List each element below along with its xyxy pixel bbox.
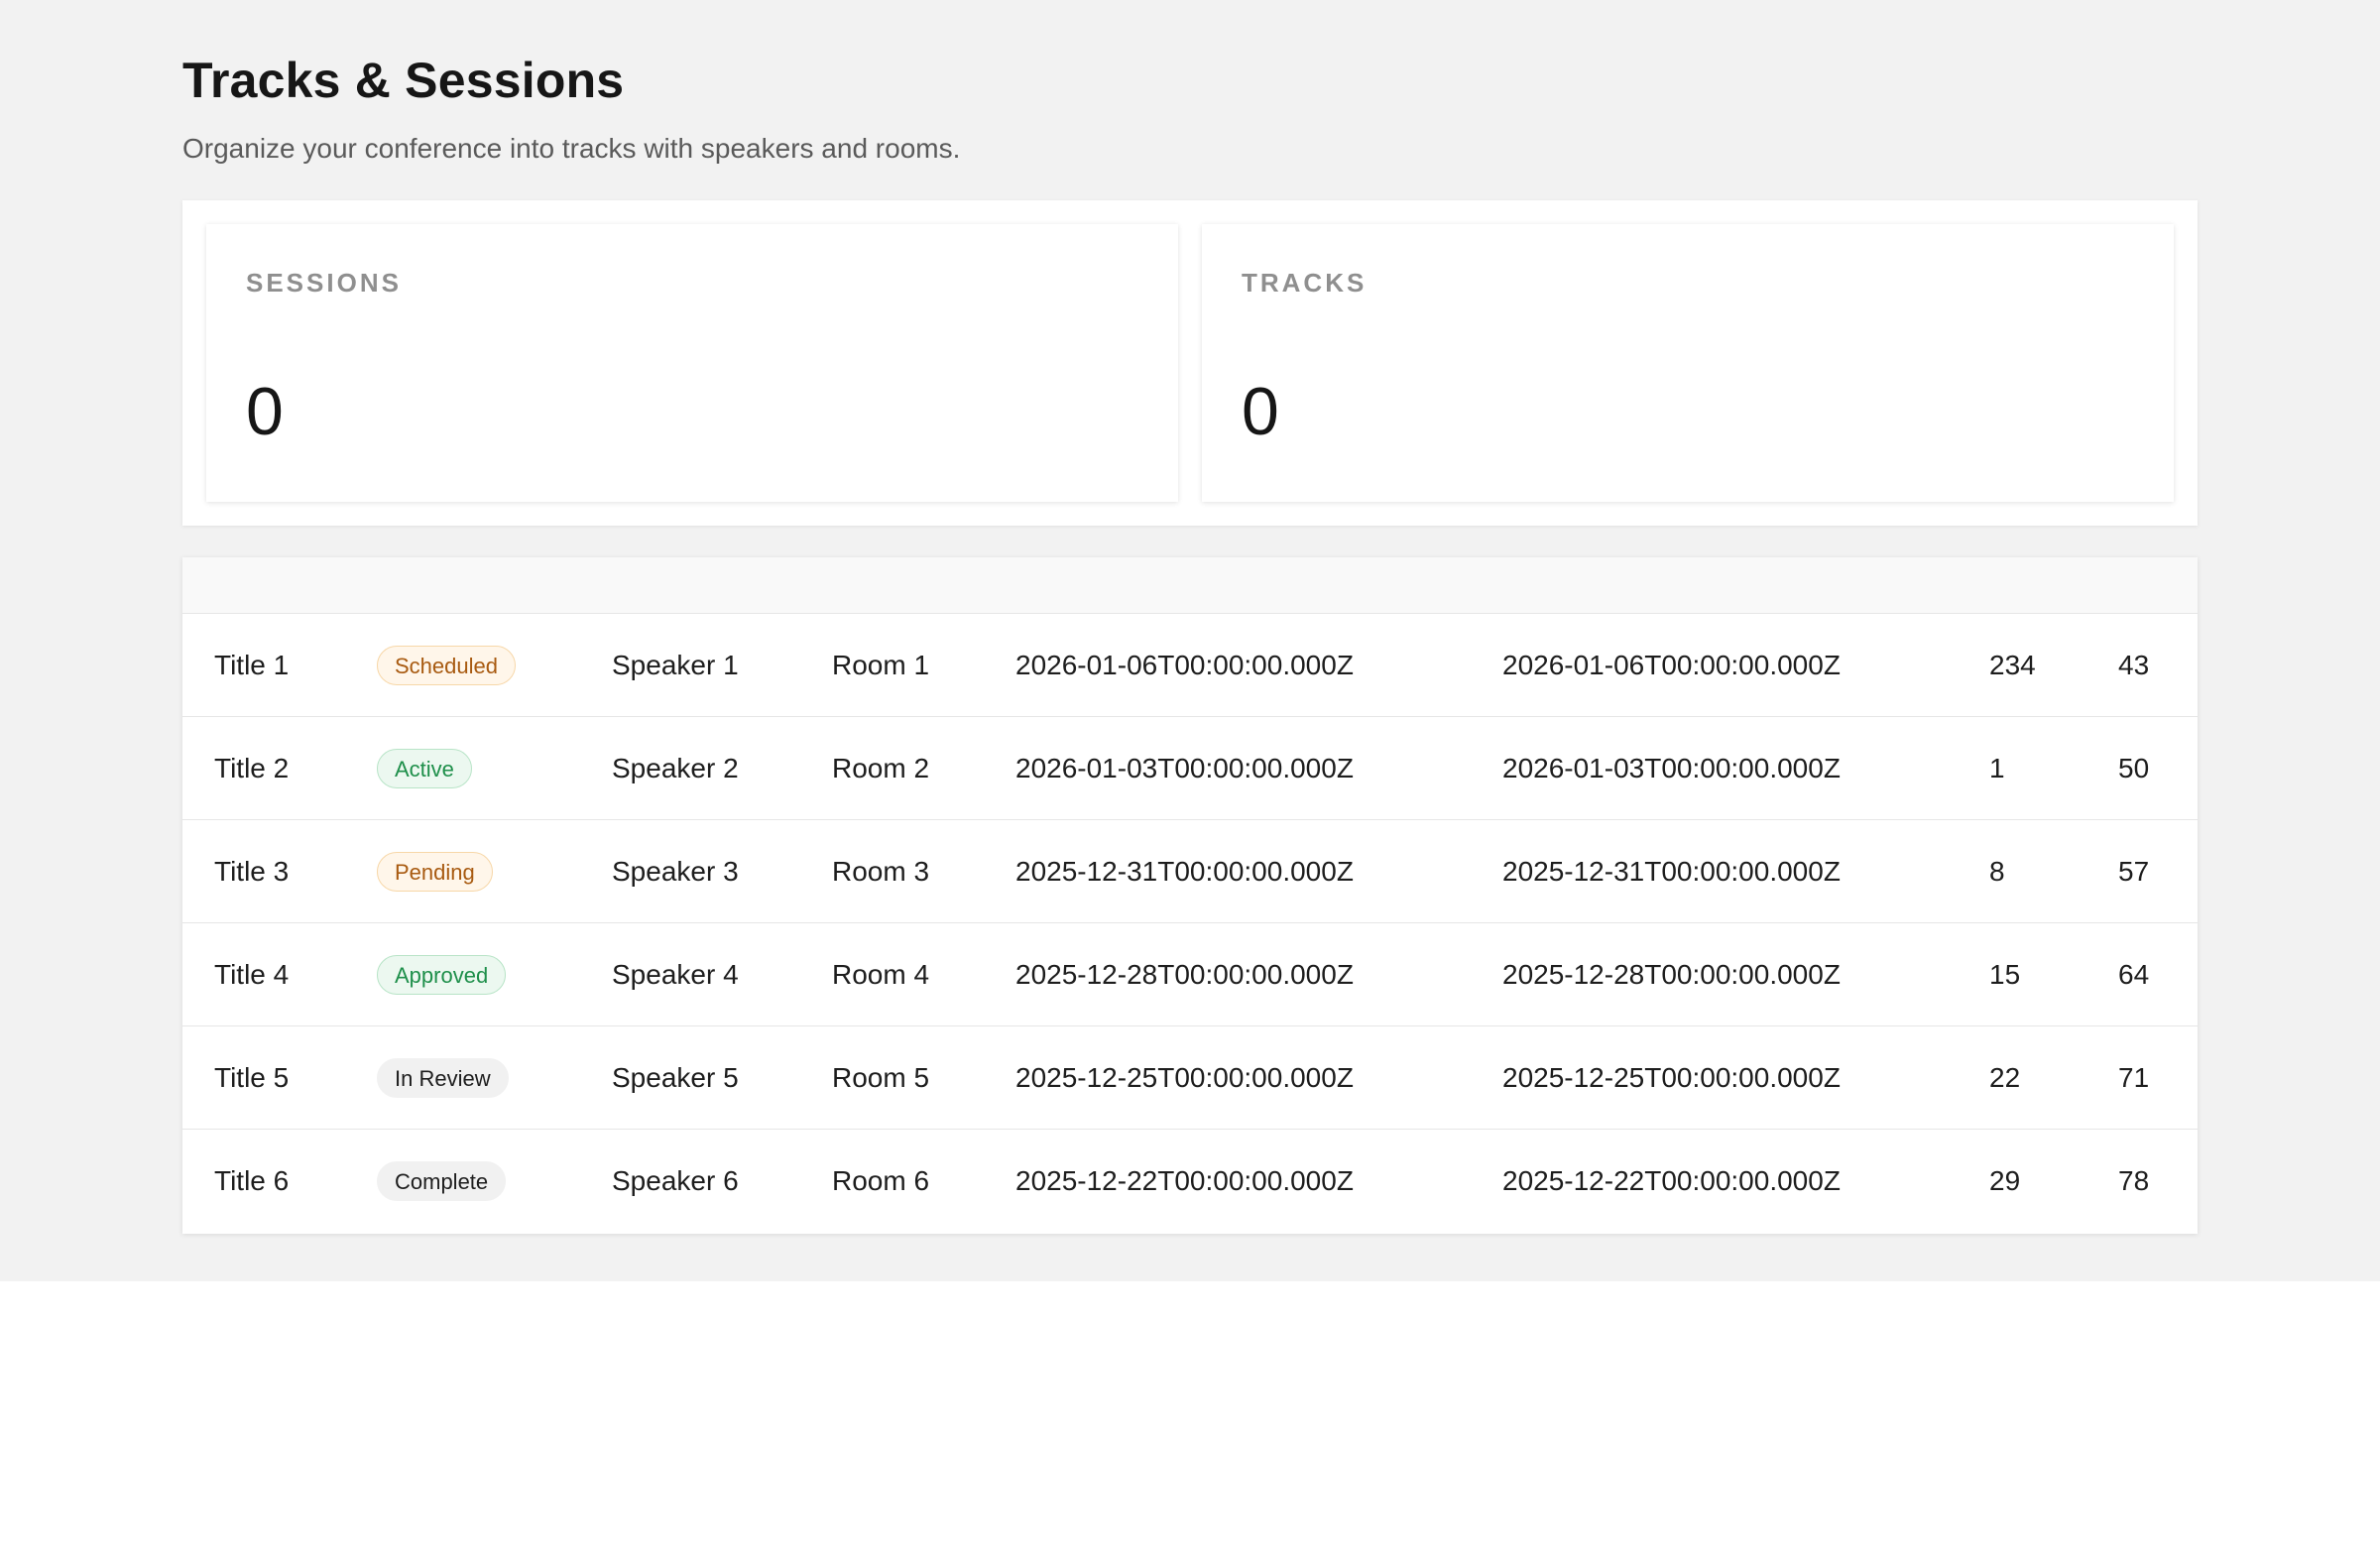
session-start: 2025-12-28T00:00:00.000Z xyxy=(1015,959,1354,990)
session-speaker: Speaker 6 xyxy=(612,1165,739,1196)
session-count-1: 29 xyxy=(1989,1165,2021,1196)
table-row[interactable]: Title 3 Pending Speaker 3 Room 3 2025-12… xyxy=(182,819,2198,922)
tracks-stat-value: 0 xyxy=(1242,374,1279,449)
table-row[interactable]: Title 2 Active Speaker 2 Room 2 2026-01-… xyxy=(182,716,2198,819)
session-room: Room 3 xyxy=(832,856,930,887)
session-count-1: 1 xyxy=(1989,753,2005,783)
session-room: Room 1 xyxy=(832,650,930,680)
session-end: 2025-12-31T00:00:00.000Z xyxy=(1502,856,1841,887)
page-title: Tracks & Sessions xyxy=(182,53,625,108)
session-start: 2025-12-25T00:00:00.000Z xyxy=(1015,1062,1354,1093)
tracks-stat-label: TRACKS xyxy=(1242,268,1368,298)
status-badge: Complete xyxy=(377,1161,507,1201)
session-room: Room 4 xyxy=(832,959,930,990)
session-title: Title 1 xyxy=(214,650,290,680)
session-count-2: 43 xyxy=(2118,650,2150,680)
table-row[interactable]: Title 5 In Review Speaker 5 Room 5 2025-… xyxy=(182,1025,2198,1129)
session-end: 2026-01-06T00:00:00.000Z xyxy=(1502,650,1841,680)
session-count-1: 8 xyxy=(1989,856,2005,887)
session-count-2: 64 xyxy=(2118,959,2150,990)
session-title: Title 4 xyxy=(214,959,290,990)
session-count-1: 234 xyxy=(1989,650,2036,680)
table-row[interactable]: Title 1 Scheduled Speaker 1 Room 1 2026-… xyxy=(182,613,2198,716)
session-speaker: Speaker 3 xyxy=(612,856,739,887)
session-speaker: Speaker 1 xyxy=(612,650,739,680)
session-start: 2026-01-06T00:00:00.000Z xyxy=(1015,650,1354,680)
table-header xyxy=(182,557,2198,613)
sessions-stat-value: 0 xyxy=(246,374,284,449)
status-badge: In Review xyxy=(377,1058,509,1098)
session-end: 2025-12-28T00:00:00.000Z xyxy=(1502,959,1841,990)
session-speaker: Speaker 2 xyxy=(612,753,739,783)
session-room: Room 2 xyxy=(832,753,930,783)
session-start: 2026-01-03T00:00:00.000Z xyxy=(1015,753,1354,783)
session-end: 2025-12-22T00:00:00.000Z xyxy=(1502,1165,1841,1196)
session-start: 2025-12-22T00:00:00.000Z xyxy=(1015,1165,1354,1196)
session-end: 2026-01-03T00:00:00.000Z xyxy=(1502,753,1841,783)
session-room: Room 6 xyxy=(832,1165,930,1196)
session-room: Room 5 xyxy=(832,1062,930,1093)
session-speaker: Speaker 5 xyxy=(612,1062,739,1093)
sessions-stat-card: SESSIONS 0 xyxy=(206,224,1178,502)
session-count-2: 71 xyxy=(2118,1062,2150,1093)
session-count-2: 78 xyxy=(2118,1165,2150,1196)
session-count-2: 50 xyxy=(2118,753,2150,783)
table-row[interactable]: Title 4 Approved Speaker 4 Room 4 2025-1… xyxy=(182,922,2198,1025)
session-title: Title 5 xyxy=(214,1062,290,1093)
stats-panel: SESSIONS 0 TRACKS 0 xyxy=(182,200,2198,526)
session-count-2: 57 xyxy=(2118,856,2150,887)
status-badge: Pending xyxy=(377,852,493,892)
tracks-stat-card: TRACKS 0 xyxy=(1202,224,2174,502)
page-subtitle: Organize your conference into tracks wit… xyxy=(182,133,961,164)
session-speaker: Speaker 4 xyxy=(612,959,739,990)
session-count-1: 15 xyxy=(1989,959,2021,990)
status-badge: Approved xyxy=(377,955,507,995)
session-title: Title 3 xyxy=(214,856,290,887)
session-end: 2025-12-25T00:00:00.000Z xyxy=(1502,1062,1841,1093)
session-title: Title 6 xyxy=(214,1165,290,1196)
status-badge: Scheduled xyxy=(377,646,516,685)
session-title: Title 2 xyxy=(214,753,290,783)
status-badge: Active xyxy=(377,749,472,788)
sessions-stat-label: SESSIONS xyxy=(246,268,402,298)
session-start: 2025-12-31T00:00:00.000Z xyxy=(1015,856,1354,887)
sessions-table: Title 1 Scheduled Speaker 1 Room 1 2026-… xyxy=(182,557,2198,1234)
session-count-1: 22 xyxy=(1989,1062,2021,1093)
table-row[interactable]: Title 6 Complete Speaker 6 Room 6 2025-1… xyxy=(182,1129,2198,1232)
